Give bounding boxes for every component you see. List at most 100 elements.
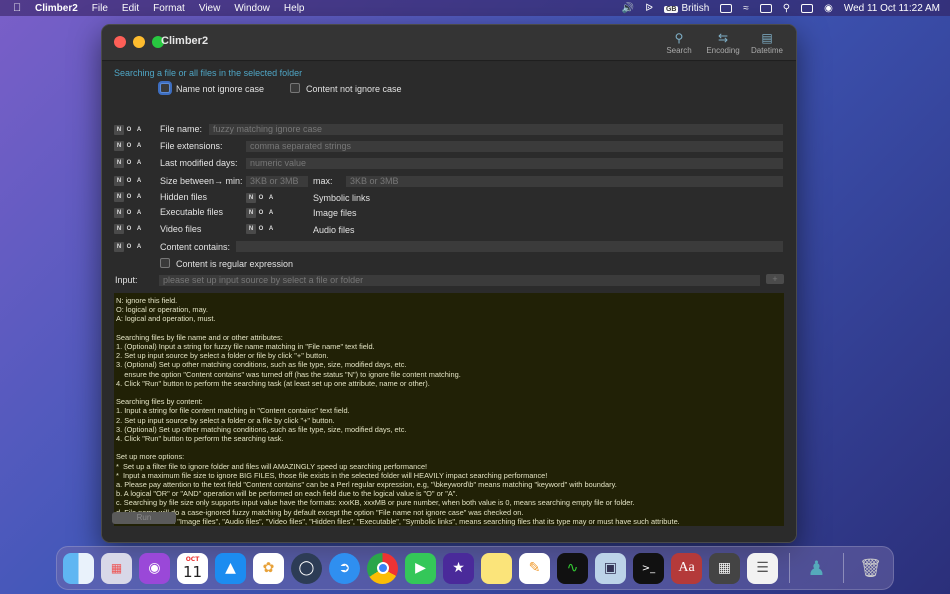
run-button[interactable]: Run [112, 512, 176, 524]
launchpad-icon[interactable]: ▦ [101, 552, 132, 584]
content-contains-input[interactable] [236, 241, 783, 252]
toolbar-datetime-button[interactable]: ▤ Datetime [750, 30, 784, 55]
noa-a[interactable]: A [266, 193, 276, 203]
keyboard-layout[interactable]: GB British [663, 3, 709, 14]
content-regex-checkbox[interactable]: Content is regular expression [160, 258, 293, 269]
noa-a[interactable]: A [266, 224, 276, 234]
volume-icon[interactable]: 🔊 [622, 3, 634, 14]
noa-a[interactable]: A [134, 224, 144, 234]
minimize-window-button[interactable] [133, 36, 145, 48]
calculator-icon[interactable]: ▦ [709, 552, 740, 584]
menu-view[interactable]: View [199, 3, 221, 14]
menu-window[interactable]: Window [234, 3, 270, 14]
chrome-icon[interactable] [367, 552, 398, 584]
noa-n[interactable]: N [114, 208, 124, 218]
podcasts-icon[interactable]: ◉ [139, 552, 170, 584]
help-text-area[interactable]: N: ignore this field. O: logical or opera… [114, 293, 784, 526]
input-source-field[interactable] [159, 275, 760, 286]
noa-n[interactable]: N [114, 242, 124, 252]
noa-o[interactable]: O [124, 192, 134, 202]
last-modified-noa-segment[interactable]: NOA [114, 158, 144, 168]
menu-app-name[interactable]: Climber2 [35, 3, 78, 14]
noa-o[interactable]: O [124, 176, 134, 186]
last-modified-input[interactable] [246, 158, 783, 169]
menu-format[interactable]: Format [153, 3, 185, 14]
noa-o[interactable]: O [124, 141, 134, 151]
safari-icon[interactable]: ➲ [329, 552, 360, 584]
menu-edit[interactable]: Edit [122, 3, 139, 14]
content-not-ignore-case-checkbox[interactable]: Content not ignore case [290, 83, 402, 94]
terminal-icon[interactable]: >_ [633, 552, 664, 584]
noa-a[interactable]: A [134, 176, 144, 186]
noa-n[interactable]: N [114, 141, 124, 151]
notes-icon[interactable] [481, 552, 512, 584]
toolbar-encoding-button[interactable]: ⇆ Encoding [706, 30, 740, 55]
menu-file[interactable]: File [92, 3, 108, 14]
control-center-icon[interactable] [801, 3, 814, 13]
calendar-icon[interactable]: OCT 11 [177, 552, 208, 584]
facetime-icon[interactable]: ▶ [405, 552, 436, 584]
display-icon[interactable] [759, 3, 772, 13]
audio-files-noa-segment[interactable]: NOA [246, 224, 276, 234]
size-min-input[interactable] [246, 176, 308, 187]
noa-o[interactable]: O [256, 193, 266, 203]
image-files-noa-segment[interactable]: NOA [246, 208, 276, 218]
noa-o[interactable]: O [124, 208, 134, 218]
noa-o[interactable]: O [256, 224, 266, 234]
checkbox-box[interactable] [160, 83, 170, 93]
noa-o[interactable]: O [256, 208, 266, 218]
spotlight-icon[interactable]: ⚲ [783, 3, 790, 14]
bluetooth-icon[interactable]: ᐉ [645, 3, 653, 14]
toolbar-search-button[interactable]: ⚲ Search [662, 30, 696, 55]
executable-files-noa-segment[interactable]: NOA [114, 208, 144, 218]
noa-o[interactable]: O [124, 224, 134, 234]
noa-a[interactable]: A [134, 242, 144, 252]
siri-icon[interactable]: ◉ [824, 3, 833, 14]
imovie-icon[interactable]: ★ [443, 552, 474, 584]
wifi-icon[interactable]: ≈ [743, 3, 749, 14]
noa-n[interactable]: N [114, 158, 124, 168]
size-noa-segment[interactable]: NOA [114, 176, 144, 186]
noa-n[interactable]: N [114, 192, 124, 202]
add-input-button[interactable]: + [766, 274, 784, 284]
app-store-icon[interactable]: ▲ [215, 552, 246, 584]
noa-o[interactable]: O [124, 125, 134, 135]
battery-icon[interactable] [720, 3, 733, 13]
trash-icon[interactable]: 🗑 [855, 553, 886, 584]
file-name-input[interactable] [209, 124, 783, 135]
file-name-noa-segment[interactable]: NOA [114, 125, 144, 135]
close-window-button[interactable] [114, 36, 126, 48]
pages-icon[interactable]: ✎ [519, 552, 550, 584]
checkbox-box[interactable] [160, 258, 170, 268]
noa-a[interactable]: A [266, 208, 276, 218]
noa-n[interactable]: N [246, 208, 256, 218]
size-max-input[interactable] [346, 176, 783, 187]
noa-a[interactable]: A [134, 192, 144, 202]
noa-n[interactable]: N [246, 193, 256, 203]
apple-menu-icon[interactable]:  [13, 2, 27, 14]
menu-clock[interactable]: Wed 11 Oct 11:22 AM [844, 3, 940, 14]
dictionary-icon[interactable]: Aa [671, 552, 702, 584]
preview-icon[interactable]: ▣ [595, 552, 626, 584]
menu-help[interactable]: Help [284, 3, 305, 14]
video-files-noa-segment[interactable]: NOA [114, 224, 144, 234]
title-bar[interactable]: Climber2 ⚲ Search ⇆ Encoding ▤ Datetime [102, 25, 796, 61]
noa-n[interactable]: N [114, 176, 124, 186]
noa-a[interactable]: A [134, 158, 144, 168]
noa-n[interactable]: N [246, 224, 256, 234]
file-extensions-input[interactable] [246, 141, 783, 152]
checkbox-box[interactable] [290, 83, 300, 93]
activity-monitor-icon[interactable]: ∿ [557, 552, 588, 584]
noa-n[interactable]: N [114, 125, 124, 135]
noa-o[interactable]: O [124, 158, 134, 168]
noa-o[interactable]: O [124, 242, 134, 252]
hidden-files-noa-segment[interactable]: NOA [114, 192, 144, 202]
textedit-icon[interactable]: ☰ [747, 552, 778, 584]
photos-icon[interactable]: ✿ [253, 552, 284, 584]
noa-a[interactable]: A [134, 208, 144, 218]
noa-a[interactable]: A [134, 125, 144, 135]
name-not-ignore-case-checkbox[interactable]: Name not ignore case [160, 83, 264, 94]
noa-n[interactable]: N [114, 224, 124, 234]
file-extensions-noa-segment[interactable]: NOA [114, 141, 144, 151]
quicktime-icon[interactable]: ◯ [291, 552, 322, 584]
